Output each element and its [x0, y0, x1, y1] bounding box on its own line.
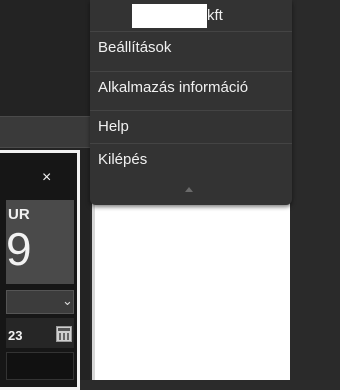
- menu-item-label: Help: [98, 118, 129, 135]
- menu-item-label: Alkalmazás információ: [98, 79, 249, 96]
- left-toolbar: [0, 116, 90, 148]
- menu-item-label: Kilépés: [98, 151, 148, 168]
- menu-item-label: Beállítások: [98, 39, 172, 56]
- calendar-icon[interactable]: [56, 326, 72, 342]
- content-panel: [92, 200, 290, 380]
- redacted-company-name: [132, 4, 207, 28]
- background-right: [290, 0, 340, 380]
- bottom-field[interactable]: [6, 352, 74, 380]
- menu-item-help[interactable]: Help: [90, 110, 292, 143]
- date-day: 9: [6, 223, 32, 275]
- menu-item-app-info[interactable]: Alkalmazás információ: [90, 71, 292, 104]
- chevron-down-icon[interactable]: ⌄: [62, 293, 73, 309]
- date-month: UR: [8, 206, 30, 223]
- close-icon[interactable]: ×: [42, 170, 51, 186]
- date-input-value: 23: [8, 328, 23, 343]
- triangle-up-icon[interactable]: [185, 187, 193, 192]
- menu-item-settings[interactable]: Beállítások: [90, 31, 292, 64]
- company-suffix: kft: [207, 7, 223, 24]
- menu-header: kft: [90, 0, 292, 30]
- user-dropdown-menu: kft Beállítások Alkalmazás információ He…: [90, 0, 292, 205]
- menu-item-logout[interactable]: Kilépés: [90, 143, 292, 176]
